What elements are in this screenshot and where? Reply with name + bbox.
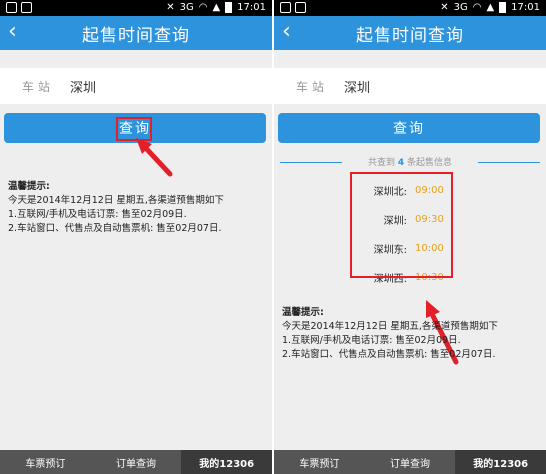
result-count: 共查到 4 条起售信息 xyxy=(274,155,546,168)
wifi-icon: ◠ xyxy=(198,1,208,13)
image-icon xyxy=(280,2,291,13)
tips-line: 1.互联网/手机及电话订票: 售至02月09日. xyxy=(8,209,187,220)
query-button-label: 查询 xyxy=(393,121,425,137)
signal-icon: ▲ xyxy=(486,1,495,13)
tips-line: 1.互联网/手机及电话订票: 售至02月09日. xyxy=(282,335,461,346)
battery-icon xyxy=(499,2,507,13)
mute-icon: ✕ xyxy=(166,1,175,13)
tips-line: 2.车站窗口、代售点及自动售票机: 售至02月07日. xyxy=(8,223,222,234)
nav-order-query[interactable]: 订单查询 xyxy=(365,450,456,474)
tips-line: 今天是2014年12月12日 星期五,各渠道预售期如下 xyxy=(8,195,224,206)
page-title: 起售时间查询 xyxy=(82,25,190,46)
station-label: 车站 xyxy=(22,79,55,94)
nav-my-12306[interactable]: 我的12306 xyxy=(455,450,546,474)
photo-icon xyxy=(21,2,32,13)
tips-line: 2.车站窗口、代售点及自动售票机: 售至02月07日. xyxy=(282,349,496,360)
status-bar: ✕ 3G ◠ ▲ 17:01 xyxy=(274,0,546,16)
tips-line: 今天是2014年12月12日 星期五,各渠道预售期如下 xyxy=(282,321,498,332)
page-title: 起售时间查询 xyxy=(356,25,464,46)
result-summary: 共查到 4 条起售信息 xyxy=(274,155,546,169)
back-button[interactable]: ‹ xyxy=(282,20,291,44)
signal-label: 3G xyxy=(453,1,468,13)
battery-icon xyxy=(225,2,233,13)
station-label: 车站 xyxy=(296,79,329,94)
highlight-box xyxy=(350,172,453,278)
bottom-nav: 车票预订 订单查询 我的12306 xyxy=(0,450,272,474)
status-time: 17:01 xyxy=(237,2,266,13)
arrow-icon xyxy=(136,138,173,177)
query-button[interactable]: 查询 xyxy=(278,113,540,143)
phone-screen-before: ✕ 3G ◠ ▲ 17:01 ‹ 起售时间查询 车站 深圳 查询 温馨提示: 今… xyxy=(0,0,272,474)
image-icon xyxy=(6,2,17,13)
station-field[interactable]: 车站 深圳 xyxy=(274,68,546,104)
tips-heading: 温馨提示: xyxy=(282,307,324,318)
status-time: 17:01 xyxy=(511,2,540,13)
signal-icon: ▲ xyxy=(212,1,221,13)
result-count-prefix: 共查到 xyxy=(367,158,395,168)
app-header: ‹ 起售时间查询 xyxy=(0,16,272,50)
tips-heading: 温馨提示: xyxy=(8,181,50,192)
app-header: ‹ 起售时间查询 xyxy=(274,16,546,50)
wifi-icon: ◠ xyxy=(472,1,482,13)
nav-order-query[interactable]: 订单查询 xyxy=(91,450,182,474)
signal-label: 3G xyxy=(179,1,194,13)
nav-my-12306[interactable]: 我的12306 xyxy=(181,450,272,474)
photo-icon xyxy=(295,2,306,13)
status-bar: ✕ 3G ◠ ▲ 17:01 xyxy=(0,0,272,16)
station-field[interactable]: 车站 深圳 xyxy=(0,68,272,104)
station-value[interactable]: 深圳 xyxy=(70,77,96,96)
mute-icon: ✕ xyxy=(440,1,449,13)
result-count-number: 4 xyxy=(397,158,405,168)
bottom-nav: 车票预订 订单查询 我的12306 xyxy=(274,450,546,474)
tips-block: 温馨提示: 今天是2014年12月12日 星期五,各渠道预售期如下 1.互联网/… xyxy=(282,306,542,362)
station-value[interactable]: 深圳 xyxy=(344,77,370,96)
result-count-suffix: 条起售信息 xyxy=(407,158,453,168)
phone-screen-after: ✕ 3G ◠ ▲ 17:01 ‹ 起售时间查询 车站 深圳 查询 共查到 4 条… xyxy=(274,0,546,474)
nav-ticket-booking[interactable]: 车票预订 xyxy=(0,450,91,474)
tips-block: 温馨提示: 今天是2014年12月12日 星期五,各渠道预售期如下 1.互联网/… xyxy=(8,180,268,236)
nav-ticket-booking[interactable]: 车票预订 xyxy=(274,450,365,474)
back-button[interactable]: ‹ xyxy=(8,20,17,44)
